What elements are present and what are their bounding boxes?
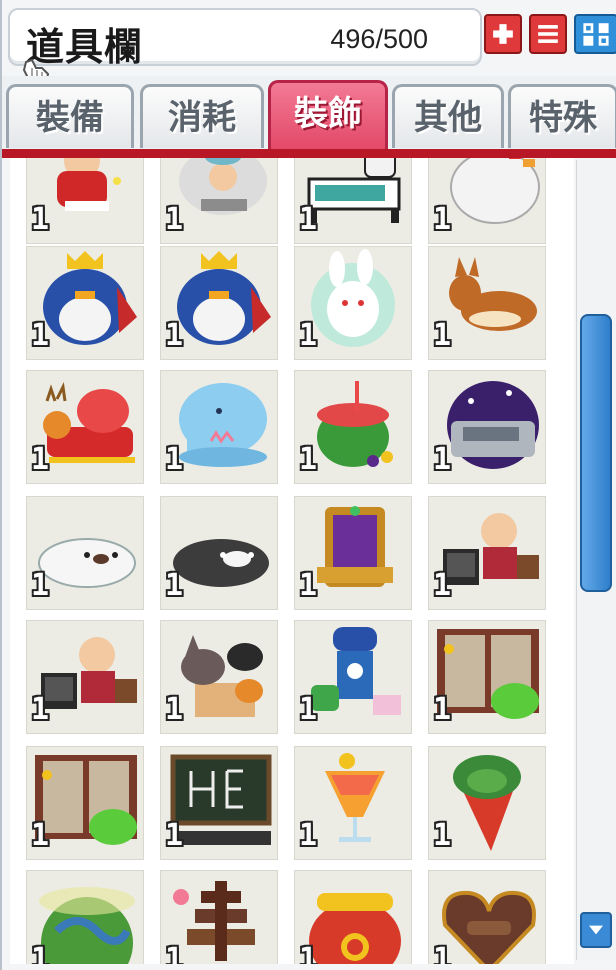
tab-etc[interactable]: 其他 bbox=[392, 84, 504, 148]
title-bar[interactable]: 道具欄 496/500 bbox=[8, 8, 482, 69]
item-slot[interactable]: 1 bbox=[428, 620, 546, 734]
item-quantity: 1 bbox=[299, 442, 318, 477]
item-quantity: 1 bbox=[165, 318, 184, 353]
item-quantity: 1 bbox=[299, 568, 318, 603]
item-quantity: 1 bbox=[31, 442, 50, 477]
chevron-down-icon bbox=[589, 925, 603, 935]
plus-button[interactable] bbox=[484, 14, 522, 54]
item-slot[interactable]: 1 bbox=[294, 620, 412, 734]
item-slot[interactable]: 1 bbox=[428, 746, 546, 860]
item-slot[interactable]: 1 bbox=[428, 370, 546, 484]
item-quantity: 1 bbox=[165, 568, 184, 603]
item-grid: 1 1 1 1 1 1 1 1 1 1 1 1 1 1 1 1 1 1 1 1 1 1 1 1 1 1 1 1 bbox=[10, 158, 574, 964]
scrollbar-thumb[interactable] bbox=[580, 314, 612, 592]
item-slot[interactable]: 1 bbox=[26, 370, 144, 484]
item-slot[interactable]: 1 bbox=[26, 870, 144, 964]
item-quantity: 1 bbox=[165, 202, 184, 237]
item-slot[interactable]: 1 bbox=[160, 246, 278, 360]
item-quantity: 1 bbox=[433, 442, 452, 477]
slot-count: 496/500 bbox=[330, 24, 428, 54]
item-quantity: 1 bbox=[299, 318, 318, 353]
expand-button[interactable] bbox=[574, 14, 616, 54]
item-slot[interactable]: 1 bbox=[428, 870, 546, 964]
item-quantity: 1 bbox=[433, 568, 452, 603]
tab-decoration[interactable]: 裝飾 bbox=[268, 80, 388, 150]
item-quantity: 1 bbox=[433, 318, 452, 353]
scroll-down-button[interactable] bbox=[580, 912, 612, 948]
item-quantity: 1 bbox=[31, 318, 50, 353]
item-slot[interactable]: 1 bbox=[294, 370, 412, 484]
item-slot[interactable]: 1 bbox=[294, 158, 412, 244]
inventory-window: 道具欄 496/500 裝備 消耗 裝飾 其他 特殊 1 1 1 1 1 1 1 1… bbox=[0, 0, 616, 970]
menu-button[interactable] bbox=[529, 14, 567, 54]
menu-icon bbox=[538, 25, 558, 43]
item-slot[interactable]: 1 bbox=[428, 158, 546, 244]
item-quantity: 1 bbox=[433, 942, 452, 964]
item-slot[interactable]: 1 bbox=[428, 246, 546, 360]
item-quantity: 1 bbox=[299, 942, 318, 964]
tab-equip[interactable]: 裝備 bbox=[6, 84, 134, 148]
item-quantity: 1 bbox=[165, 818, 184, 853]
item-slot[interactable]: 1 bbox=[160, 870, 278, 964]
tab-underline bbox=[2, 149, 616, 158]
item-quantity: 1 bbox=[165, 942, 184, 964]
item-slot[interactable]: 1 bbox=[26, 496, 144, 610]
item-slot[interactable]: 1 bbox=[26, 746, 144, 860]
item-quantity: 1 bbox=[299, 692, 318, 727]
item-slot[interactable]: 1 bbox=[26, 620, 144, 734]
item-slot[interactable]: 1 bbox=[160, 746, 278, 860]
item-slot[interactable]: 1 bbox=[160, 496, 278, 610]
item-slot[interactable]: 1 bbox=[160, 158, 278, 244]
tab-special[interactable]: 特殊 bbox=[508, 84, 616, 148]
item-slot[interactable]: 1 bbox=[294, 746, 412, 860]
item-slot[interactable]: 1 bbox=[294, 246, 412, 360]
item-quantity: 1 bbox=[433, 692, 452, 727]
plus-icon bbox=[493, 24, 513, 44]
item-slot[interactable]: 1 bbox=[26, 246, 144, 360]
item-slot[interactable]: 1 bbox=[160, 370, 278, 484]
item-slot[interactable]: 1 bbox=[294, 496, 412, 610]
item-quantity: 1 bbox=[165, 692, 184, 727]
item-quantity: 1 bbox=[31, 202, 50, 237]
expand-icon bbox=[583, 23, 609, 46]
item-slot[interactable]: 1 bbox=[428, 496, 546, 610]
item-quantity: 1 bbox=[433, 202, 452, 237]
item-quantity: 1 bbox=[31, 692, 50, 727]
item-quantity: 1 bbox=[31, 942, 50, 964]
tab-consume[interactable]: 消耗 bbox=[140, 84, 264, 148]
item-slot[interactable]: 1 bbox=[294, 870, 412, 964]
item-quantity: 1 bbox=[433, 818, 452, 853]
item-quantity: 1 bbox=[31, 818, 50, 853]
item-quantity: 1 bbox=[165, 442, 184, 477]
item-quantity: 1 bbox=[299, 818, 318, 853]
item-slot[interactable]: 1 bbox=[26, 158, 144, 244]
item-quantity: 1 bbox=[31, 568, 50, 603]
item-slot[interactable]: 1 bbox=[160, 620, 278, 734]
item-quantity: 1 bbox=[299, 202, 318, 237]
